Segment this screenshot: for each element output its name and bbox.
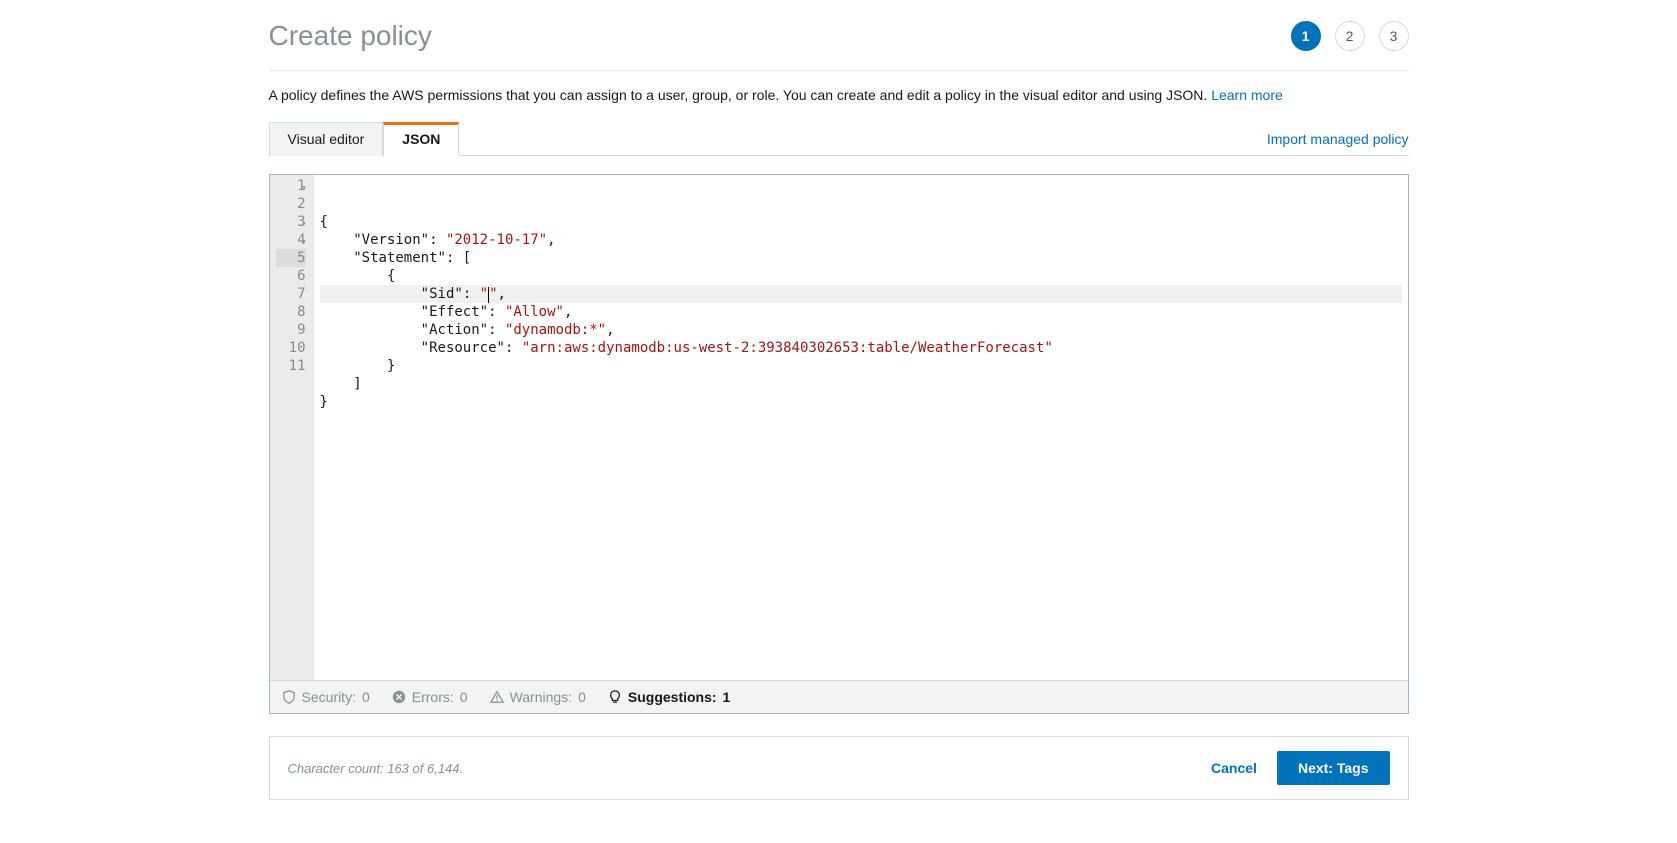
status-security[interactable]: Security: 0 xyxy=(282,689,370,705)
next-tags-button[interactable]: Next: Tags xyxy=(1277,751,1390,785)
code-line[interactable]: "Version": "2012-10-17", xyxy=(320,231,1402,249)
code-line[interactable]: { xyxy=(320,267,1402,285)
code-line[interactable]: } xyxy=(320,393,1402,411)
resize-handle-icon[interactable] xyxy=(1394,666,1408,680)
line-number: 2 xyxy=(276,195,306,213)
code-line[interactable]: "Sid": "", xyxy=(320,285,1402,303)
line-number: 8 xyxy=(276,303,306,321)
status-warnings-label: Warnings: xyxy=(510,689,573,705)
text-cursor xyxy=(488,287,489,303)
code-line[interactable]: } xyxy=(320,357,1402,375)
page-title: Create policy xyxy=(269,20,432,52)
description-text: A policy defines the AWS permissions tha… xyxy=(269,87,1212,103)
tabs-row: Visual editor JSON Import managed policy xyxy=(269,121,1409,156)
line-number: 10 xyxy=(276,339,306,357)
line-number: 11 xyxy=(276,357,306,375)
status-warnings-count: 0 xyxy=(578,689,586,705)
status-errors-label: Errors: xyxy=(412,689,454,705)
status-security-label: Security: xyxy=(302,689,356,705)
code-line[interactable]: "Resource": "arn:aws:dynamodb:us-west-2:… xyxy=(320,339,1402,357)
code-line[interactable]: ] xyxy=(320,375,1402,393)
warning-icon xyxy=(490,690,504,704)
wizard-steps: 1 2 3 xyxy=(1291,21,1409,51)
editor-code-area[interactable]: { "Version": "2012-10-17", "Statement": … xyxy=(314,175,1408,680)
line-number: 6 xyxy=(276,267,306,285)
code-line[interactable]: { xyxy=(320,213,1402,231)
character-count: Character count: 163 of 6,144. xyxy=(288,761,464,776)
editor-status-bar: Security: 0 Errors: 0 Warnings: 0 xyxy=(270,680,1408,713)
line-number: 4▾ xyxy=(276,231,306,249)
cancel-button[interactable]: Cancel xyxy=(1211,760,1257,776)
tab-visual-editor[interactable]: Visual editor xyxy=(269,122,384,156)
status-errors-count: 0 xyxy=(460,689,468,705)
lightbulb-icon xyxy=(608,690,622,704)
status-errors[interactable]: Errors: 0 xyxy=(392,689,468,705)
line-number: 1▾ xyxy=(276,177,306,195)
wizard-step-1[interactable]: 1 xyxy=(1291,21,1321,51)
json-editor-container: 1▾23▾4▾567891011 { "Version": "2012-10-1… xyxy=(269,174,1409,714)
import-managed-policy-link[interactable]: Import managed policy xyxy=(1267,131,1409,155)
line-number: 5 xyxy=(276,249,306,267)
editor-tabs: Visual editor JSON xyxy=(269,121,460,155)
status-suggestions-count: 1 xyxy=(723,689,731,705)
status-security-count: 0 xyxy=(362,689,370,705)
line-number: 7 xyxy=(276,285,306,303)
status-warnings[interactable]: Warnings: 0 xyxy=(490,689,586,705)
wizard-step-2[interactable]: 2 xyxy=(1335,21,1365,51)
editor-gutter: 1▾23▾4▾567891011 xyxy=(270,175,314,680)
page-header: Create policy 1 2 3 xyxy=(269,20,1409,71)
wizard-step-3[interactable]: 3 xyxy=(1379,21,1409,51)
line-number: 9 xyxy=(276,321,306,339)
footer-actions: Cancel Next: Tags xyxy=(1211,751,1389,785)
status-suggestions[interactable]: Suggestions: 1 xyxy=(608,689,730,705)
code-line[interactable]: "Action": "dynamodb:*", xyxy=(320,321,1402,339)
footer: Character count: 163 of 6,144. Cancel Ne… xyxy=(269,736,1409,800)
learn-more-link[interactable]: Learn more xyxy=(1211,87,1283,103)
code-line[interactable]: "Effect": "Allow", xyxy=(320,303,1402,321)
json-editor[interactable]: 1▾23▾4▾567891011 { "Version": "2012-10-1… xyxy=(270,175,1408,680)
page-description: A policy defines the AWS permissions tha… xyxy=(269,87,1409,103)
line-number: 3▾ xyxy=(276,213,306,231)
status-suggestions-label: Suggestions: xyxy=(628,689,717,705)
tab-json[interactable]: JSON xyxy=(383,122,459,156)
shield-icon xyxy=(282,690,296,704)
code-line[interactable]: "Statement": [ xyxy=(320,249,1402,267)
error-icon xyxy=(392,690,406,704)
